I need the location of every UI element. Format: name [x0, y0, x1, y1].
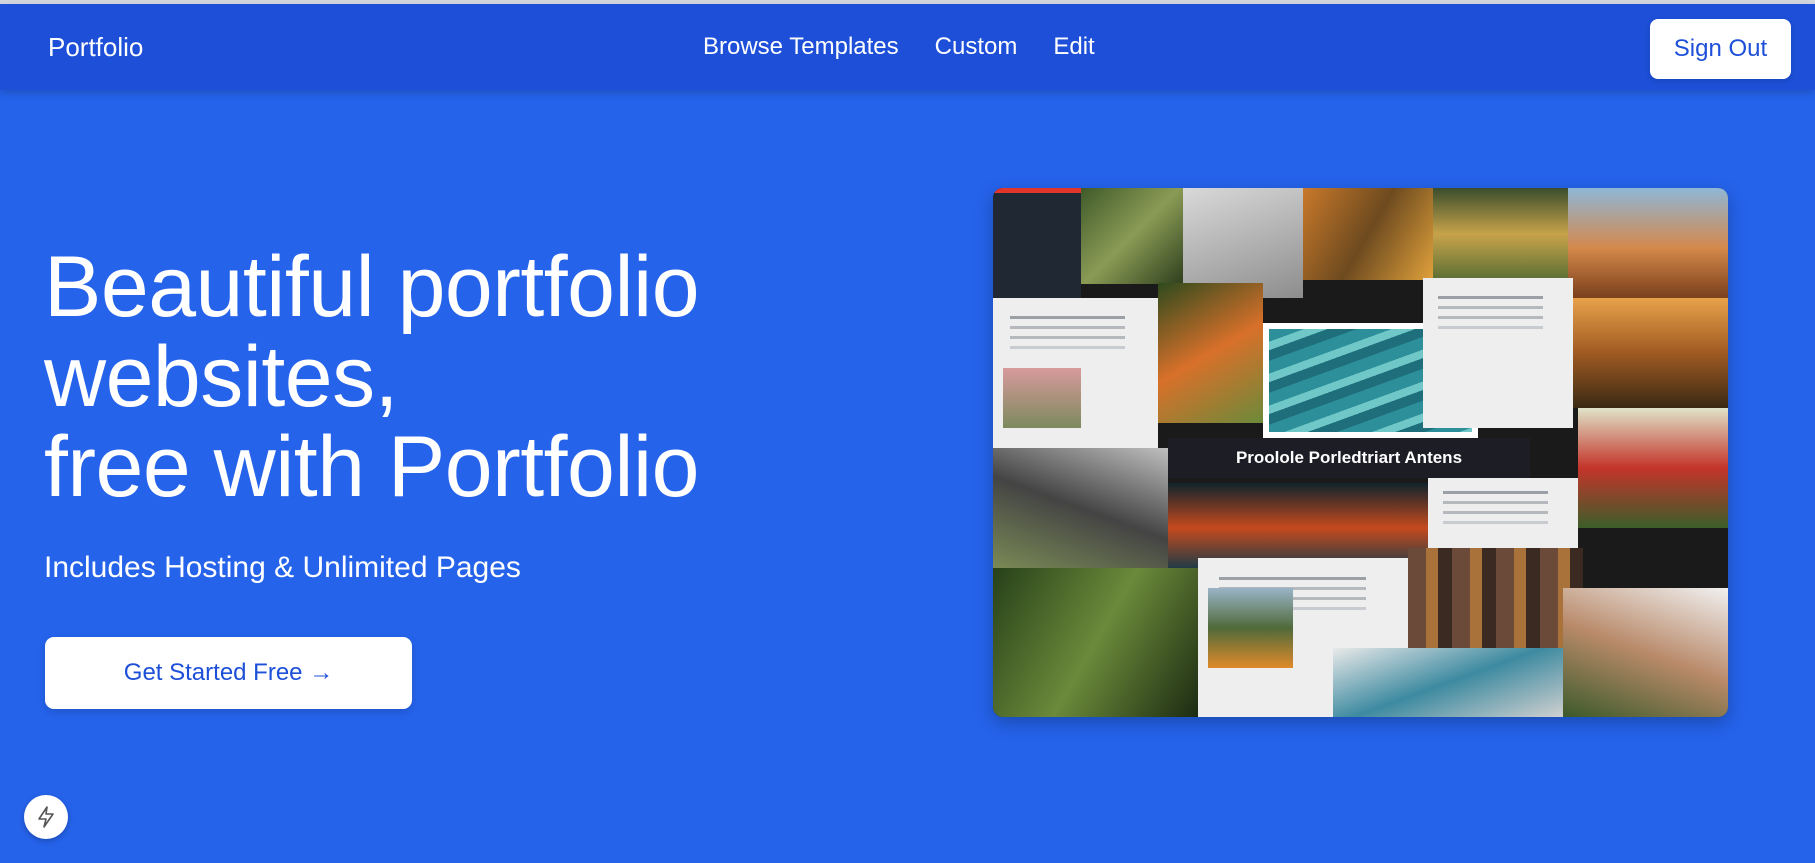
nav-link-custom[interactable]: Custom — [935, 32, 1018, 62]
hero-subtitle: Includes Hosting & Unlimited Pages — [44, 551, 521, 584]
collage-tile-swatches — [1408, 548, 1583, 658]
brand-logo-text[interactable]: Portfolio — [48, 32, 143, 62]
collage-tile-valley — [1208, 588, 1293, 668]
hero-title-line: free with Portfolio — [44, 419, 699, 515]
collage-tile-mountain — [1568, 188, 1728, 298]
get-started-button[interactable]: Get Started Free → — [45, 637, 412, 709]
lightning-button[interactable] — [24, 795, 68, 839]
collage-tile-red-flowers — [1578, 408, 1728, 528]
collage-tile-webpage — [1423, 278, 1573, 428]
collage-tile-camera — [993, 448, 1168, 568]
top-navbar: Portfolio Browse Templates Custom Edit S… — [0, 4, 1815, 90]
hero-title: Beautiful portfolio websites, free with … — [44, 239, 700, 515]
hero-title-line: websites, — [44, 329, 399, 425]
collage-caption: Proolole Porledtriart Antens — [1168, 438, 1530, 478]
main-nav: Browse Templates Custom Edit — [703, 32, 1095, 62]
collage-tile-dark-ui — [993, 188, 1081, 311]
collage-tile-autumn — [1303, 188, 1433, 280]
collage-tile-tablet — [1563, 588, 1728, 717]
collage-tile-sculpture — [1183, 188, 1303, 298]
collage-tile-laptop — [1333, 648, 1563, 717]
portfolio-collage-image: Proolole Porledtriart Antens — [993, 188, 1728, 717]
collage-tile-forest — [1081, 188, 1183, 284]
hero-title-line: Beautiful portfolio — [44, 239, 700, 335]
collage-tile-pine — [993, 568, 1198, 717]
sign-out-button[interactable]: Sign Out — [1650, 19, 1791, 79]
collage-tile-pink-landscape — [1003, 368, 1081, 428]
collage-tile-leaves — [1158, 283, 1263, 423]
lightning-icon — [38, 806, 54, 828]
nav-link-browse-templates[interactable]: Browse Templates — [703, 32, 899, 62]
collage-tile-hills — [1433, 188, 1568, 280]
collage-tile-sunset-field — [1573, 298, 1728, 408]
nav-link-edit[interactable]: Edit — [1053, 32, 1094, 62]
